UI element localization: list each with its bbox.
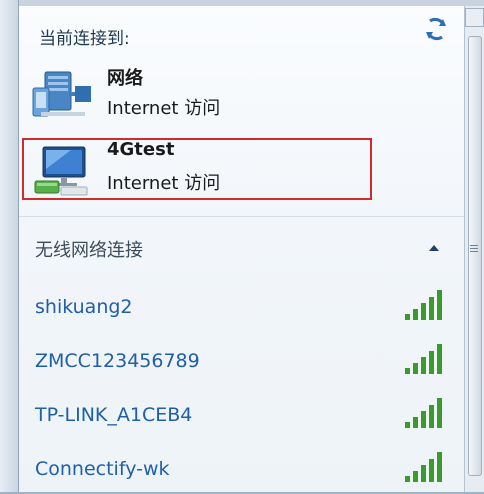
vertical-scrollbar[interactable] bbox=[464, 6, 484, 492]
left-window-frame bbox=[0, 0, 19, 492]
signal-strength-icon bbox=[405, 398, 442, 428]
section-divider bbox=[19, 216, 464, 217]
wireless-network-item[interactable]: Connectify-wk bbox=[19, 450, 464, 494]
wired-network-icon bbox=[32, 71, 91, 117]
signal-strength-icon bbox=[405, 344, 442, 374]
network-ssid: shikuang2 bbox=[35, 296, 133, 318]
highlight-box bbox=[22, 138, 372, 200]
currently-connected-label: 当前连接到: bbox=[39, 29, 130, 49]
scroll-thumb[interactable] bbox=[468, 36, 482, 476]
network-ssid: ZMCC123456789 bbox=[35, 350, 200, 372]
connection-status: Internet 访问 bbox=[107, 98, 221, 119]
refresh-icon[interactable] bbox=[422, 15, 450, 43]
signal-strength-icon bbox=[405, 452, 442, 482]
wireless-section-title: 无线网络连接 bbox=[35, 240, 143, 261]
grip-icon bbox=[470, 245, 478, 252]
network-ssid: TP-LINK_A1CEB4 bbox=[35, 404, 193, 426]
connection-name: 网络 bbox=[107, 68, 143, 89]
wireless-network-item[interactable]: shikuang2 bbox=[19, 288, 464, 332]
wireless-network-item[interactable]: TP-LINK_A1CEB4 bbox=[19, 396, 464, 440]
signal-strength-icon bbox=[405, 290, 442, 320]
connection-item-network[interactable]: 网络 Internet 访问 bbox=[19, 64, 464, 136]
wireless-network-item[interactable]: ZMCC123456789 bbox=[19, 342, 464, 386]
close-icon[interactable] bbox=[465, 8, 484, 27]
chevron-up-icon[interactable] bbox=[425, 239, 443, 257]
network-flyout-panel: 当前连接到: 网络 Internet 访问 4Gtest Internet 访问… bbox=[19, 6, 464, 492]
network-ssid: Connectify-wk bbox=[35, 458, 170, 480]
